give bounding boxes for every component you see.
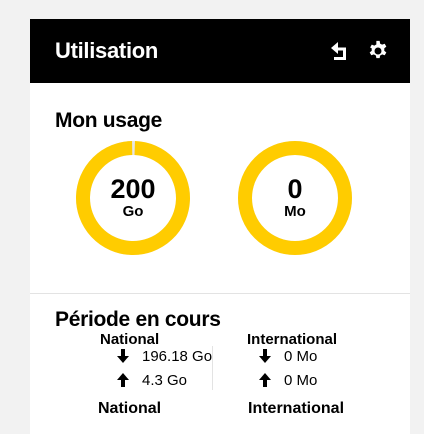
international-gauge: 0 Mo International xyxy=(235,138,355,348)
national-gauge-value: 200 xyxy=(110,174,156,204)
upload-arrow-icon xyxy=(258,372,272,388)
period-international: 0 Mo 0 Mo International xyxy=(230,344,390,418)
national-download-value: 196.18 Go xyxy=(142,347,213,365)
national-upload-row: 4.3 Go xyxy=(60,368,220,392)
period-divider xyxy=(212,346,213,390)
widget-header: Utilisation xyxy=(30,19,410,83)
usage-widget: Utilisation Mon usage 200 Go National 0 … xyxy=(30,19,410,434)
gear-icon[interactable] xyxy=(366,39,390,63)
international-gauge-value: 0 xyxy=(287,174,303,204)
national-upload-value: 4.3 Go xyxy=(142,371,188,389)
national-download-row: 196.18 Go xyxy=(60,344,220,368)
upload-arrow-icon xyxy=(116,372,130,388)
period-section: Période en cours 196.18 Go 4.3 Go Nation… xyxy=(30,294,410,434)
international-download-row: 0 Mo xyxy=(230,344,390,368)
national-period-label: National xyxy=(98,400,162,417)
header-actions xyxy=(328,39,390,63)
international-gauge-unit: Mo xyxy=(284,203,306,220)
download-arrow-icon xyxy=(258,348,272,364)
national-gauge: 200 Go National xyxy=(73,138,193,348)
national-gauge-unit: Go xyxy=(122,203,144,220)
usage-title: Mon usage xyxy=(55,109,162,132)
period-national: 196.18 Go 4.3 Go National xyxy=(60,344,220,418)
national-gauge-center: 200 Go xyxy=(73,138,193,258)
usage-section: Mon usage 200 Go National 0 Mo Internati… xyxy=(30,83,410,348)
international-download-value: 0 Mo xyxy=(284,347,318,365)
international-period-label: International xyxy=(248,400,345,417)
international-upload-value: 0 Mo xyxy=(284,371,318,389)
international-upload-row: 0 Mo xyxy=(230,368,390,392)
download-arrow-icon xyxy=(116,348,130,364)
return-arrow-icon[interactable] xyxy=(328,39,352,63)
international-gauge-center: 0 Mo xyxy=(235,138,355,258)
widget-title: Utilisation xyxy=(55,38,159,63)
period-title: Période en cours xyxy=(55,308,221,331)
